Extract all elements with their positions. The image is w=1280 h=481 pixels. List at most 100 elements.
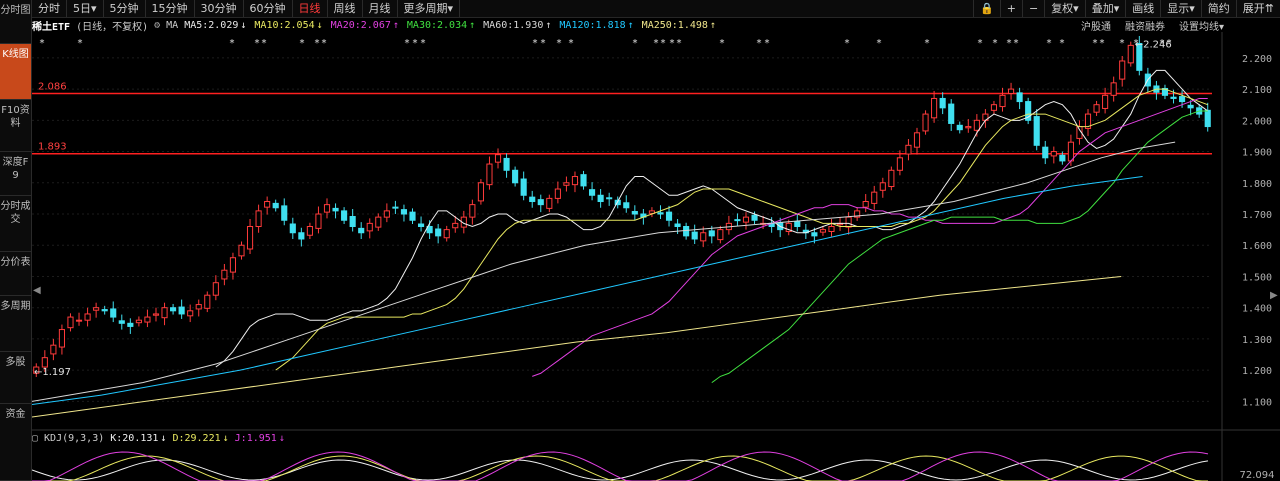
- candle-body[interactable]: [742, 216, 750, 223]
- candle-body[interactable]: [691, 231, 698, 240]
- candle-body[interactable]: [811, 232, 818, 237]
- candle-body[interactable]: [195, 304, 202, 310]
- candle-body[interactable]: [862, 201, 869, 208]
- period-tab-2[interactable]: 5分钟: [104, 0, 146, 17]
- toolbar-right-item-2[interactable]: −: [1021, 0, 1044, 17]
- toolbar-right-item-4[interactable]: 叠加▾: [1084, 0, 1126, 17]
- candle-body[interactable]: [717, 229, 724, 241]
- candle-body[interactable]: [896, 157, 903, 171]
- candle-body[interactable]: [1110, 82, 1117, 96]
- candle-body[interactable]: [1179, 96, 1186, 103]
- candle-body[interactable]: [922, 113, 929, 132]
- candle-body[interactable]: [990, 104, 998, 111]
- candle-body[interactable]: [503, 157, 510, 171]
- candle-body[interactable]: [631, 211, 638, 215]
- period-tab-5[interactable]: 60分钟: [244, 0, 293, 17]
- candle-body[interactable]: [512, 169, 519, 184]
- candle-body[interactable]: [1033, 116, 1040, 146]
- candle-body[interactable]: [443, 229, 450, 239]
- candle-body[interactable]: [58, 329, 65, 348]
- candle-body[interactable]: [939, 97, 946, 109]
- toolbar-right-item-8[interactable]: 展开⇈: [1235, 0, 1280, 17]
- candle-body[interactable]: [700, 232, 707, 242]
- candle-body[interactable]: [708, 230, 715, 237]
- scroll-left-arrow-icon[interactable]: ◀: [33, 285, 41, 296]
- indicator-settings-icon[interactable]: ▢: [32, 433, 38, 444]
- candle-body[interactable]: [221, 269, 228, 280]
- candle-body[interactable]: [315, 213, 322, 229]
- candle-body[interactable]: [674, 223, 681, 227]
- candle-body[interactable]: [973, 119, 980, 131]
- candle-body[interactable]: [657, 212, 664, 215]
- candle-body[interactable]: [452, 222, 459, 229]
- candle-body[interactable]: [246, 226, 254, 250]
- toolbar-right-item-3[interactable]: 复权▾: [1044, 0, 1085, 17]
- scroll-right-arrow-icon[interactable]: ▶: [1270, 290, 1278, 301]
- candle-body[interactable]: [289, 223, 296, 234]
- sidebar-item-4[interactable]: 分时成交: [0, 196, 31, 252]
- candle-body[interactable]: [392, 206, 399, 209]
- period-tab-7[interactable]: 周线: [328, 0, 363, 17]
- candle-body[interactable]: [477, 182, 484, 202]
- candle-body[interactable]: [93, 307, 100, 311]
- candle-body[interactable]: [1170, 96, 1177, 99]
- candle-body[interactable]: [1119, 60, 1126, 80]
- candle-body[interactable]: [417, 223, 425, 227]
- candle-body[interactable]: [956, 124, 963, 131]
- candle-body[interactable]: [494, 154, 502, 163]
- period-tab-8[interactable]: 月线: [363, 0, 398, 17]
- toolbar-right-item-0[interactable]: 🔒: [973, 0, 1000, 17]
- candle-body[interactable]: [913, 132, 921, 148]
- candle-body[interactable]: [1050, 151, 1057, 157]
- candle-body[interactable]: [1093, 104, 1100, 113]
- candle-body[interactable]: [152, 313, 160, 316]
- candle-body[interactable]: [1067, 141, 1074, 162]
- candle-body[interactable]: [238, 244, 245, 257]
- candle-body[interactable]: [170, 307, 177, 312]
- right-link-0[interactable]: 沪股通: [1081, 18, 1111, 33]
- right-link-2[interactable]: 设置均线▾: [1179, 18, 1224, 33]
- candle-body[interactable]: [144, 316, 151, 323]
- period-tab-3[interactable]: 15分钟: [146, 0, 195, 17]
- toolbar-right-item-1[interactable]: +: [999, 0, 1022, 17]
- candle-body[interactable]: [264, 201, 271, 208]
- candle-body[interactable]: [255, 210, 262, 227]
- candle-body[interactable]: [212, 282, 219, 296]
- sidebar-item-6[interactable]: 多周期: [0, 296, 31, 352]
- candle-body[interactable]: [751, 214, 758, 221]
- candle-body[interactable]: [366, 222, 373, 232]
- candle-body[interactable]: [871, 191, 878, 204]
- candle-body[interactable]: [349, 216, 356, 228]
- candle-body[interactable]: [794, 221, 801, 228]
- candle-body[interactable]: [571, 176, 579, 186]
- candle-body[interactable]: [486, 163, 493, 186]
- candle-body[interactable]: [281, 205, 288, 221]
- candle-body[interactable]: [50, 344, 57, 355]
- candle-body[interactable]: [118, 320, 125, 324]
- candle-body[interactable]: [332, 207, 339, 212]
- sidebar-item-5[interactable]: 分价表: [0, 252, 31, 296]
- candle-body[interactable]: [41, 357, 48, 368]
- candle-body[interactable]: [358, 227, 365, 234]
- candle-body[interactable]: [383, 210, 390, 218]
- candle-body[interactable]: [375, 216, 382, 228]
- candle-body[interactable]: [469, 204, 476, 218]
- candle-body[interactable]: [597, 194, 604, 203]
- toolbar-right-item-7[interactable]: 简约: [1200, 0, 1236, 17]
- candle-body[interactable]: [1042, 146, 1049, 159]
- candle-body[interactable]: [84, 313, 91, 321]
- candle-body[interactable]: [1059, 154, 1066, 162]
- period-tab-0[interactable]: 分时: [32, 0, 67, 17]
- candle-body[interactable]: [623, 202, 630, 209]
- period-tab-1[interactable]: 5日▾: [67, 0, 104, 17]
- right-link-1[interactable]: 融资融券: [1125, 18, 1165, 33]
- candle-body[interactable]: [828, 226, 835, 232]
- candle-body[interactable]: [323, 204, 331, 213]
- candle-body[interactable]: [178, 306, 185, 315]
- candle-body[interactable]: [1007, 88, 1015, 94]
- candle-body[interactable]: [665, 211, 673, 221]
- candle-body[interactable]: [75, 319, 83, 322]
- candle-body[interactable]: [306, 226, 313, 236]
- period-tab-6[interactable]: 日线: [293, 0, 328, 17]
- candle-body[interactable]: [187, 310, 194, 317]
